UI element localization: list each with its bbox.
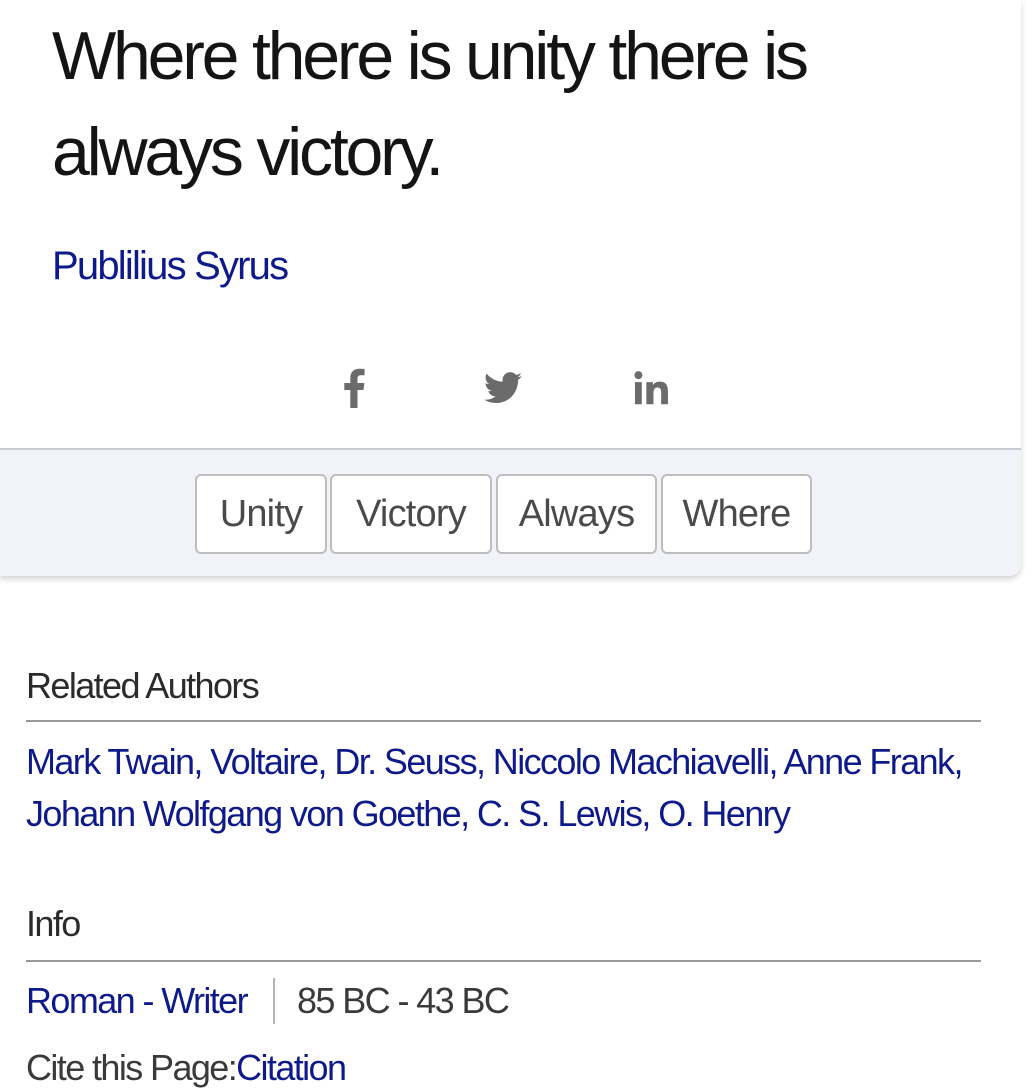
tag-always[interactable]: Always bbox=[496, 474, 657, 554]
linkedin-share-button[interactable] bbox=[624, 360, 680, 416]
quote-author-link[interactable]: Publilius Syrus bbox=[52, 240, 289, 292]
lifespan-dates: 85 BC - 43 BC bbox=[296, 980, 510, 1021]
related-authors-list: Mark Twain, Voltaire, Dr. Seuss, Niccolo… bbox=[26, 741, 964, 834]
info-vertical-divider bbox=[272, 978, 275, 1024]
related-author-link[interactable]: Johann Wolfgang von Goethe bbox=[26, 793, 462, 834]
share-buttons bbox=[0, 360, 1021, 416]
related-authors-heading: Related Authors bbox=[26, 665, 260, 706]
related-authors-divider bbox=[26, 720, 981, 722]
tag-bar: Unity Victory Always Where bbox=[0, 448, 1021, 576]
related-author-link[interactable]: Mark Twain bbox=[26, 741, 195, 782]
info-divider-rule bbox=[26, 960, 981, 962]
cite-label: Cite this Page: bbox=[26, 1047, 238, 1088]
info-row: Roman - Writer 85 BC - 43 BC bbox=[26, 976, 510, 1026]
related-author-link[interactable]: Anne Frank bbox=[783, 741, 955, 782]
twitter-icon bbox=[484, 372, 522, 404]
facebook-share-button[interactable] bbox=[326, 360, 382, 416]
facebook-icon bbox=[344, 368, 365, 408]
related-author-link[interactable]: O. Henry bbox=[658, 793, 791, 834]
twitter-share-button[interactable] bbox=[475, 360, 531, 416]
tag-unity[interactable]: Unity bbox=[195, 474, 327, 554]
tag-where[interactable]: Where bbox=[661, 474, 812, 554]
profession-link[interactable]: Roman - Writer bbox=[26, 980, 249, 1022]
related-author-link[interactable]: Voltaire bbox=[210, 741, 319, 782]
tag-victory[interactable]: Victory bbox=[330, 474, 492, 554]
related-author-link[interactable]: C. S. Lewis bbox=[477, 793, 643, 834]
cite-row: Cite this Page:Citation bbox=[26, 1044, 347, 1092]
related-author-link[interactable]: Niccolo Machiavelli bbox=[493, 741, 770, 782]
info-heading: Info bbox=[26, 903, 81, 944]
related-author-link[interactable]: Dr. Seuss bbox=[334, 741, 477, 782]
quote-text: Where there is unity there is always vic… bbox=[52, 18, 809, 190]
quote-card: Where there is unity there is always vic… bbox=[0, 0, 1021, 576]
linkedin-icon bbox=[634, 371, 668, 405]
citation-link[interactable]: Citation bbox=[236, 1047, 347, 1088]
